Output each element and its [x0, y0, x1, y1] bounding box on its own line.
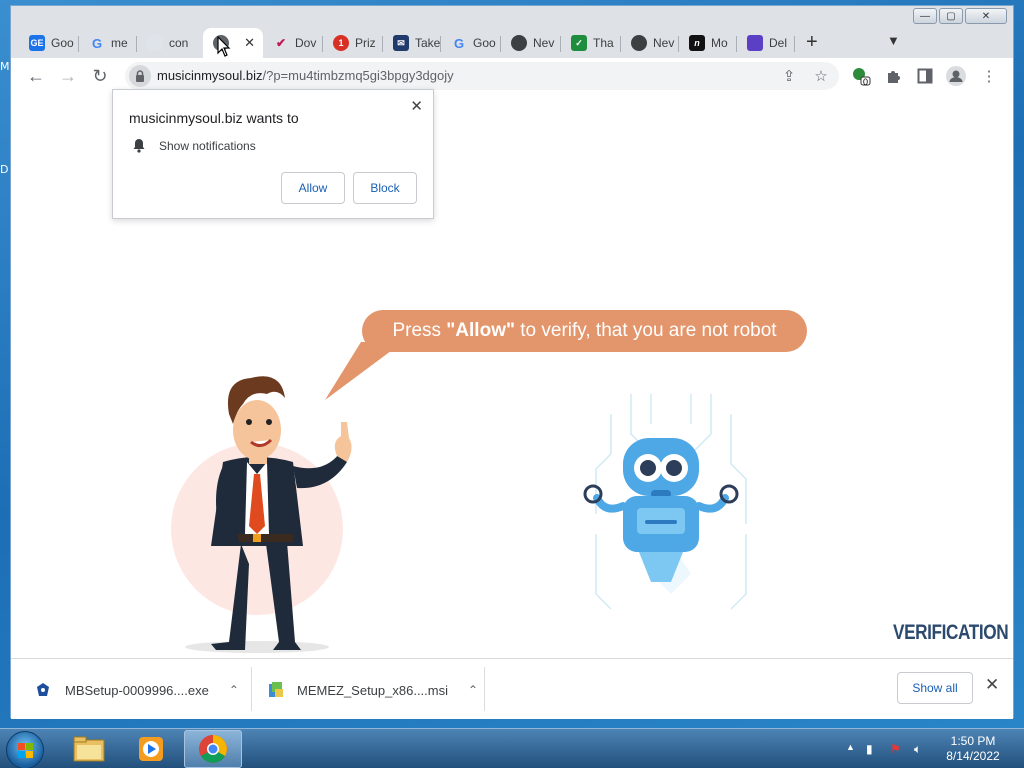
- tab-3-label: con: [169, 36, 189, 50]
- tab-11[interactable]: Nev: [621, 28, 679, 58]
- tab-1[interactable]: GE Goo: [19, 28, 79, 58]
- volume-icon[interactable]: 🔈︎: [914, 742, 921, 757]
- tray-expand-icon[interactable]: ▲: [846, 742, 855, 752]
- address-bar[interactable]: musicinmysoul.biz/?p=mu4timbzmq5gi3bpgy3…: [125, 62, 839, 90]
- tab-9[interactable]: Nev: [501, 28, 561, 58]
- reload-icon[interactable]: ↻: [87, 64, 113, 88]
- clock-date: 8/14/2022: [946, 749, 1000, 763]
- extension-badge-icon[interactable]: 0: [851, 66, 871, 87]
- verify-message-bubble: Press "Allow" to verify, that you are no…: [362, 310, 807, 352]
- forward-arrow-icon[interactable]: →: [55, 64, 81, 88]
- profile-avatar-icon[interactable]: [946, 66, 966, 86]
- n-favicon-icon: n: [689, 35, 705, 51]
- side-panel-icon[interactable]: [915, 66, 935, 86]
- businessman-illustration: [171, 376, 352, 653]
- chevron-up-icon[interactable]: ⌃: [229, 683, 239, 697]
- tab-3[interactable]: con: [137, 28, 203, 58]
- tab-6[interactable]: 1 Priz: [323, 28, 383, 58]
- page-favicon-icon: [147, 35, 163, 51]
- show-all-button[interactable]: Show all: [897, 672, 973, 704]
- bell-icon: [133, 139, 145, 153]
- google-favicon-icon: G: [91, 35, 103, 51]
- desktop-label-d: D: [0, 163, 9, 176]
- check-favicon-icon: ✔: [275, 36, 287, 50]
- tab-13-label: Del: [769, 36, 788, 50]
- chrome-taskbar-button[interactable]: [184, 730, 242, 768]
- extensions-puzzle-icon[interactable]: [883, 66, 903, 86]
- tab-strip: GE Goo G me con ✕ ✔ Dov 1 Priz ✉ Take G …: [11, 24, 1013, 58]
- media-player-icon: [139, 737, 163, 761]
- tab-11-label: Nev: [653, 36, 675, 50]
- tab-7[interactable]: ✉ Take: [383, 28, 441, 58]
- allow-button[interactable]: Allow: [281, 172, 345, 204]
- badge-favicon-icon: 1: [333, 35, 349, 51]
- clock-time: 1:50 PM: [950, 734, 996, 748]
- action-center-icon[interactable]: ⚑: [890, 742, 901, 756]
- tab-2-label: me: [111, 36, 128, 50]
- close-prompt-icon[interactable]: ✕: [410, 97, 423, 115]
- notification-permission-prompt: musicinmysoul.biz wants to Show notifica…: [112, 89, 434, 219]
- new-tab-icon[interactable]: +: [806, 31, 818, 54]
- network-icon[interactable]: ▮: [866, 742, 873, 756]
- share-icon[interactable]: ⇪: [779, 66, 799, 86]
- start-button[interactable]: [6, 731, 44, 768]
- tab-8-label: Goo: [473, 36, 496, 50]
- minimize-button[interactable]: —: [913, 8, 937, 24]
- file-explorer-button[interactable]: [60, 730, 118, 768]
- url-text: musicinmysoul.biz/?p=mu4timbzmq5gi3bpgy3…: [157, 68, 454, 83]
- window-caption-buttons: — ▢ ✕: [913, 8, 1007, 24]
- tab-10-label: Tha: [593, 36, 614, 50]
- mouse-cursor-icon: [217, 36, 231, 57]
- block-button[interactable]: Block: [353, 172, 417, 204]
- download-shelf: MBSetup-0009996....exe ⌃ MEMEZ_Setup_x86…: [11, 658, 1013, 719]
- installer-file-icon: [269, 682, 283, 697]
- verification-label: VERIFICATION: [893, 621, 1009, 644]
- tab-8[interactable]: G Goo: [441, 28, 501, 58]
- taskbar: ▲ ▮ ⚑ 🔈︎ 1:50 PM 8/14/2022: [0, 728, 1024, 768]
- google-earth-favicon-icon: GE: [29, 35, 45, 51]
- bookmark-star-icon[interactable]: ☆: [811, 66, 831, 86]
- back-arrow-icon[interactable]: ←: [23, 64, 49, 88]
- globe-favicon-icon: [511, 35, 527, 51]
- desktop-label-m: M: [0, 60, 10, 73]
- chevron-up-icon[interactable]: ⌃: [468, 683, 478, 697]
- download-item-2[interactable]: MEMEZ_Setup_x86....msi ⌃: [267, 673, 478, 707]
- maximize-button[interactable]: ▢: [939, 8, 963, 24]
- tab-9-label: Nev: [533, 36, 555, 50]
- download-filename: MBSetup-0009996....exe: [65, 682, 209, 698]
- tab-12-label: Mo: [711, 36, 728, 50]
- lock-icon[interactable]: [129, 65, 151, 87]
- malwarebytes-file-icon: [37, 683, 49, 696]
- tab-2[interactable]: G me: [79, 28, 137, 58]
- close-tab-icon[interactable]: ✕: [244, 35, 255, 51]
- tab-10[interactable]: ✓ Tha: [561, 28, 621, 58]
- tab-12[interactable]: n Mo: [679, 28, 737, 58]
- tab-1-label: Goo: [51, 36, 74, 50]
- close-window-button[interactable]: ✕: [965, 8, 1007, 24]
- folder-icon: [73, 736, 105, 762]
- close-shelf-icon[interactable]: ✕: [985, 675, 999, 695]
- download-item-1[interactable]: MBSetup-0009996....exe ⌃: [35, 673, 239, 707]
- purple-favicon-icon: [747, 35, 763, 51]
- tab-5[interactable]: ✔ Dov: [263, 28, 323, 58]
- tab-6-label: Priz: [355, 36, 376, 50]
- prompt-title: musicinmysoul.biz wants to: [129, 110, 299, 126]
- menu-dots-icon[interactable]: ⋮: [979, 66, 999, 86]
- chrome-icon: [199, 735, 227, 763]
- tab-active[interactable]: ✕: [203, 28, 263, 58]
- tab-13[interactable]: Del: [737, 28, 795, 58]
- tab-search-chevron-icon[interactable]: ▼: [887, 33, 900, 48]
- tab-7-label: Take: [415, 36, 441, 50]
- robot-illustration: [583, 394, 747, 610]
- download-filename: MEMEZ_Setup_x86....msi: [297, 682, 448, 698]
- windows-logo-icon: [18, 743, 33, 758]
- media-player-button[interactable]: [122, 730, 180, 768]
- prompt-permission-item: Show notifications: [159, 139, 256, 153]
- envelope-favicon-icon: ✉: [393, 35, 409, 51]
- globe-favicon-icon: [631, 35, 647, 51]
- tab-5-label: Dov: [295, 36, 317, 50]
- google-favicon-icon: G: [453, 35, 465, 51]
- clock[interactable]: 1:50 PM 8/14/2022: [938, 734, 1008, 764]
- check-box-favicon-icon: ✓: [571, 35, 587, 51]
